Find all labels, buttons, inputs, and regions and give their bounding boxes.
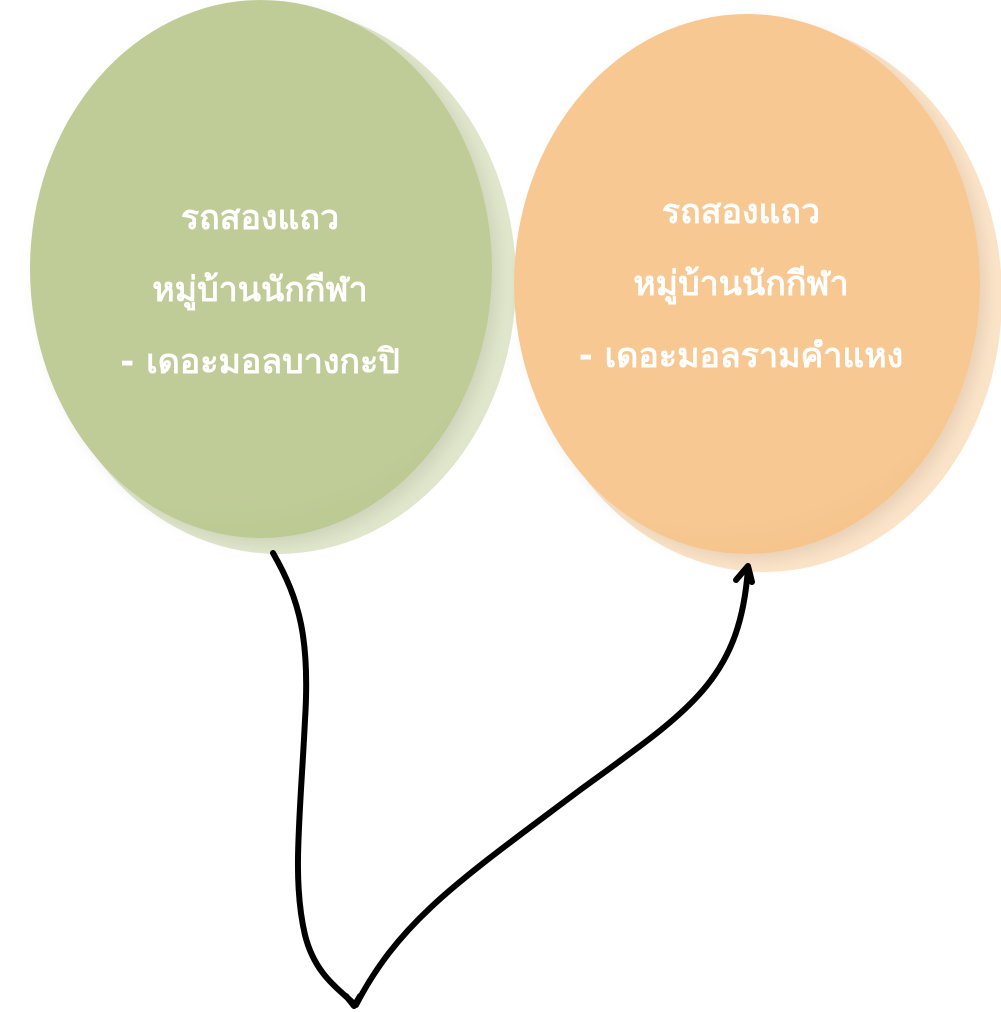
- balloon-strings: [270, 550, 755, 1009]
- right-balloon-string: [353, 565, 751, 1008]
- left-balloon-string: [270, 550, 355, 1005]
- bottom-knot: [343, 993, 363, 1009]
